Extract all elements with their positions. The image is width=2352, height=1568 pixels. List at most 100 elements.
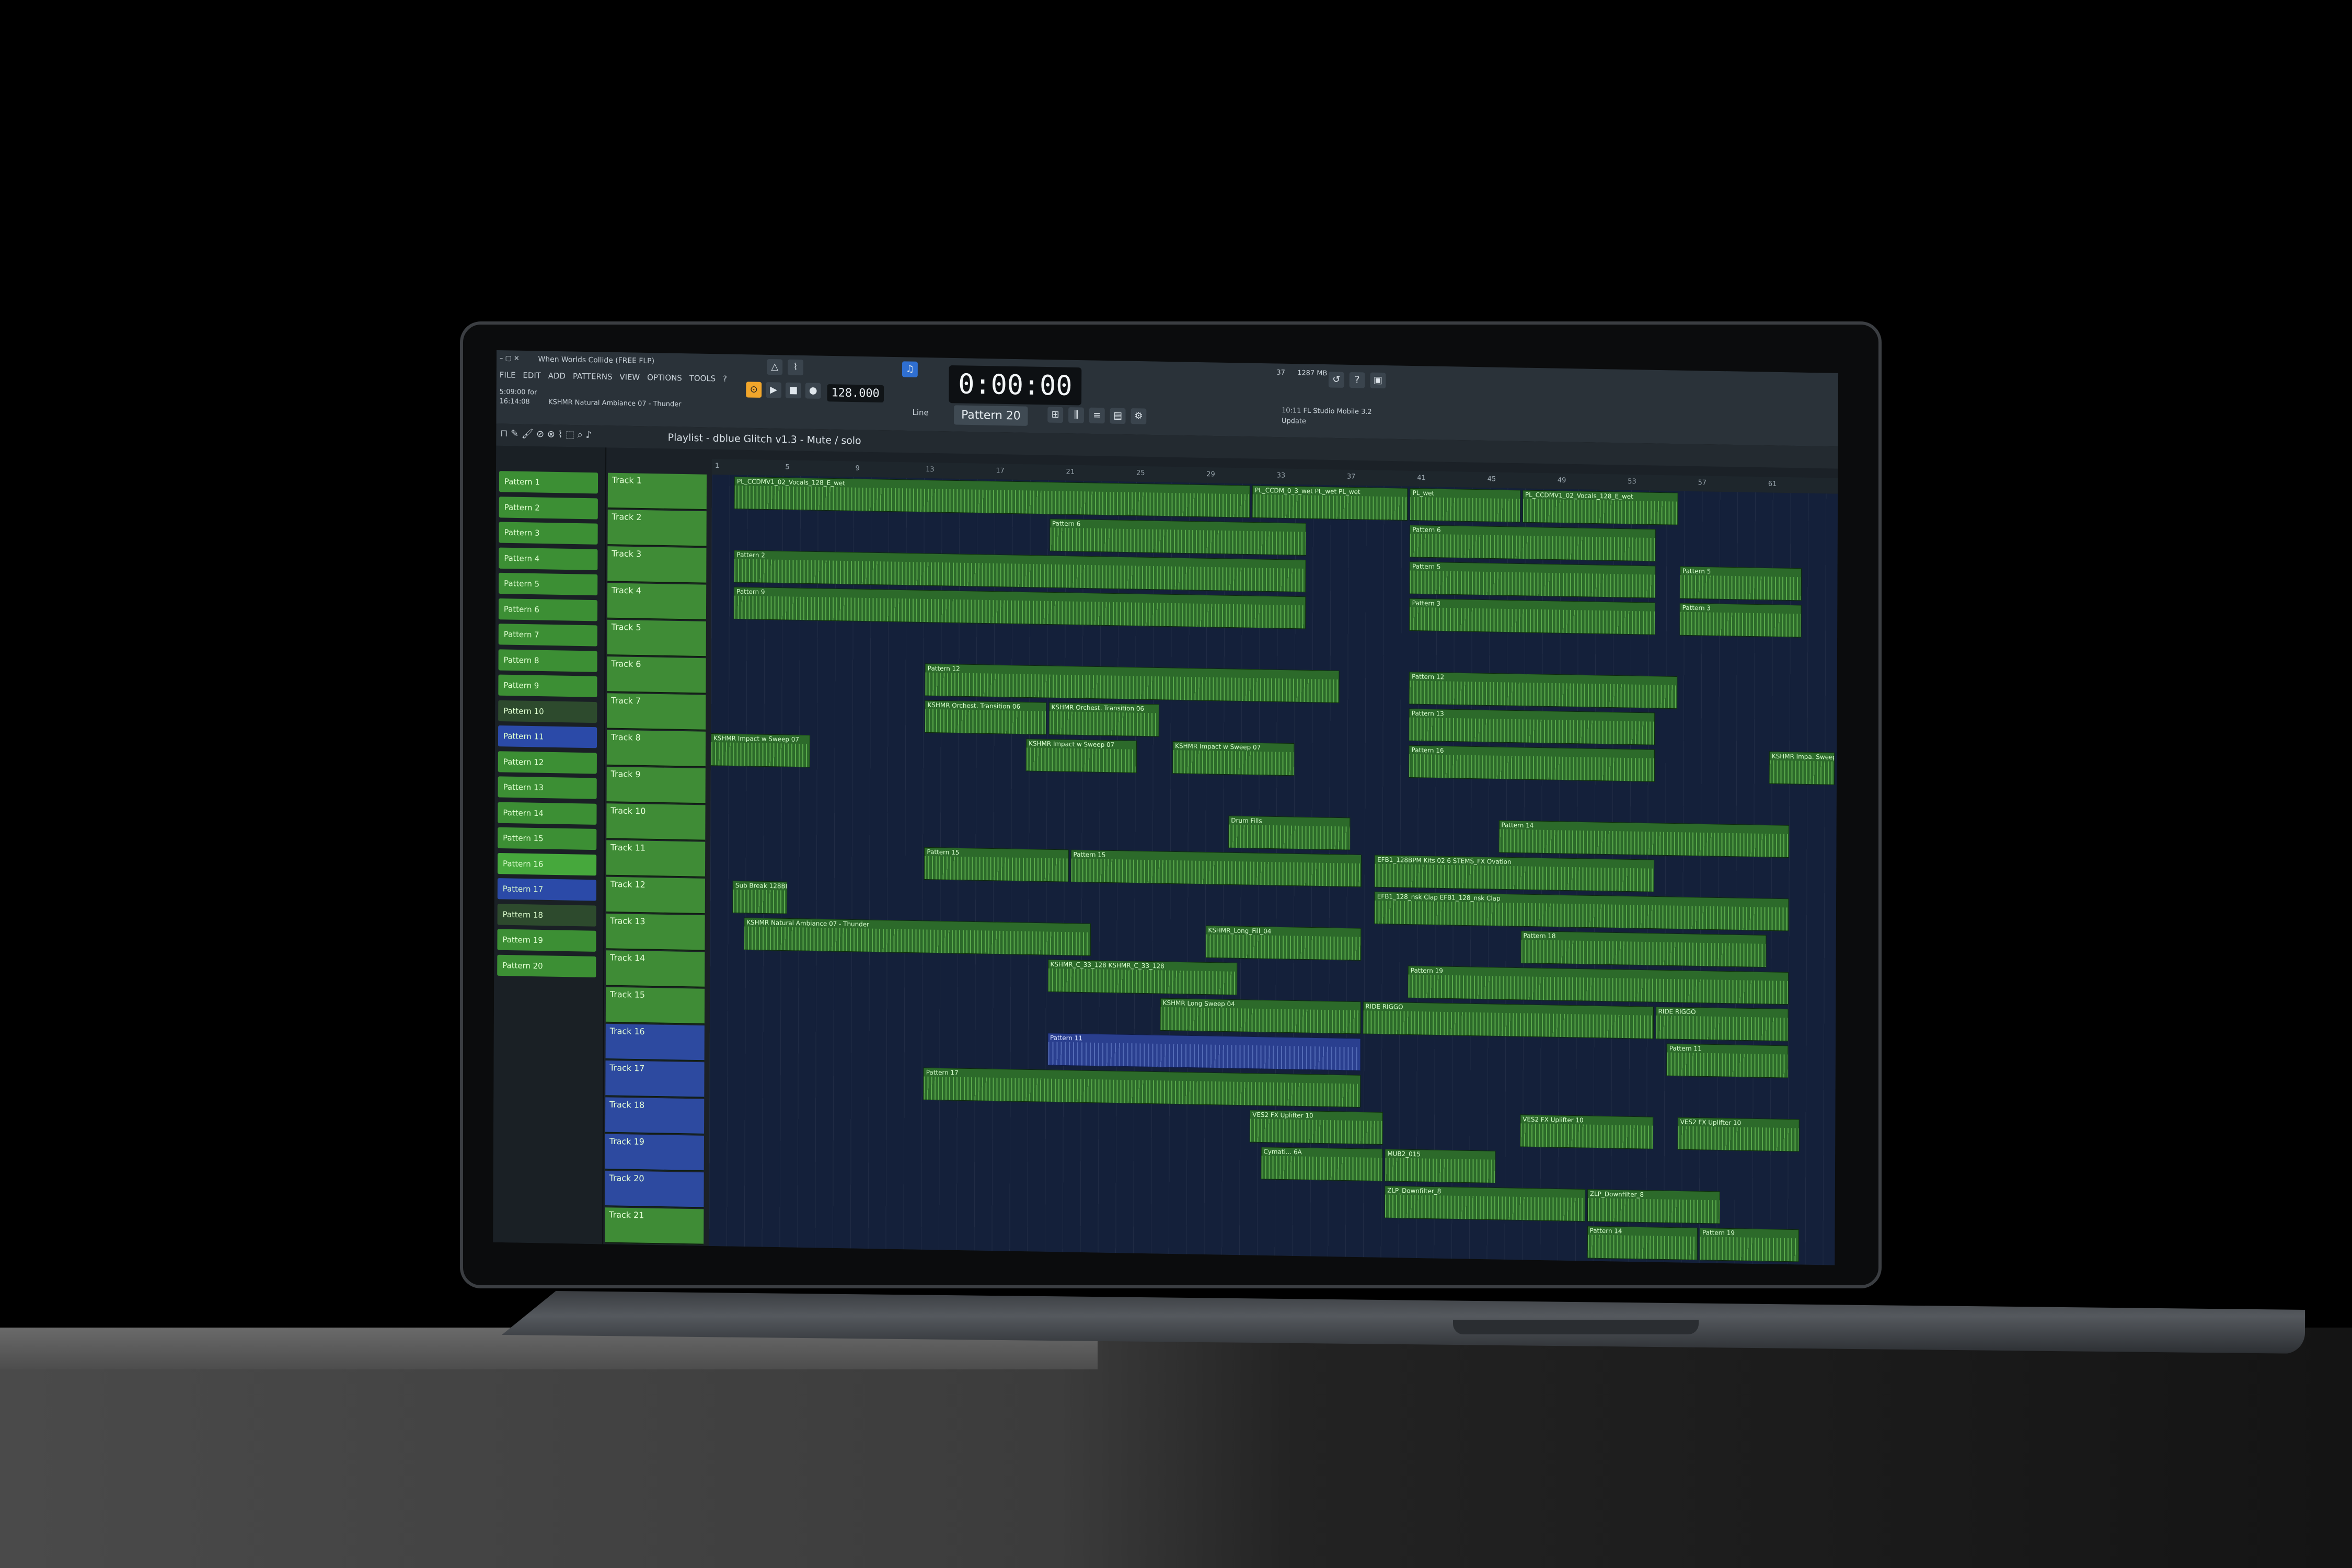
- playlist-clip[interactable]: VES2 FX Uplifter 10: [1519, 1114, 1653, 1149]
- menu-item-options[interactable]: OPTIONS: [647, 373, 682, 383]
- track-header[interactable]: Track 15: [605, 987, 705, 1024]
- playlist-clip[interactable]: KSHMR Impact w Sweep 07: [1172, 741, 1295, 776]
- pattern-item[interactable]: Pattern 4: [499, 547, 598, 570]
- mixer-icon[interactable]: ⫼: [1068, 407, 1084, 423]
- pattern-item[interactable]: Pattern 1: [499, 471, 598, 494]
- playlist-clip[interactable]: KSHMR Orchest. Transition 06: [925, 700, 1047, 735]
- playlist-clip[interactable]: Pattern 5: [1679, 566, 1802, 601]
- pattern-item[interactable]: Pattern 11: [498, 725, 597, 748]
- playlist-clip[interactable]: KSHMR Natural Ambiance 07 - Thunder: [743, 917, 1091, 956]
- playlist-clip[interactable]: PL_CCDMV1_02_Vocals_128_E_wet: [734, 476, 1251, 518]
- track-header[interactable]: Track 17: [605, 1060, 705, 1098]
- playlist-clip[interactable]: KSHMR Long Sweep 04: [1160, 998, 1361, 1034]
- menu-item-q[interactable]: ?: [723, 374, 727, 384]
- track-header[interactable]: Track 19: [605, 1134, 705, 1172]
- record-icon[interactable]: ●: [805, 383, 821, 399]
- news-panel[interactable]: 10:11 FL Studio Mobile 3.2: [1282, 407, 1372, 416]
- playlist-clip[interactable]: Pattern 5: [1409, 561, 1655, 598]
- track-header[interactable]: Track 5: [607, 619, 706, 658]
- track-header[interactable]: Track 9: [606, 766, 706, 804]
- pattern-item[interactable]: Pattern 19: [497, 929, 596, 952]
- playlist-clip[interactable]: VES2 FX Uplifter 10: [1249, 1110, 1383, 1145]
- track-header[interactable]: Track 20: [605, 1170, 704, 1208]
- pattern-item[interactable]: Pattern 2: [499, 496, 598, 520]
- slice-icon[interactable]: ⌇: [558, 429, 563, 440]
- pattern-selector[interactable]: Pattern 20: [954, 405, 1028, 426]
- playlist-clip[interactable]: Pattern 14: [1498, 820, 1790, 858]
- playlist-clip[interactable]: Pattern 3: [1409, 598, 1655, 635]
- playlist-clip[interactable]: Pattern 18: [1520, 930, 1767, 968]
- menu-item-add[interactable]: ADD: [548, 371, 566, 381]
- track-header[interactable]: Track 6: [607, 656, 706, 694]
- pattern-mode-button[interactable]: ⊙: [746, 382, 762, 398]
- tempo-display[interactable]: 128.000: [827, 384, 884, 403]
- play-icon[interactable]: ▶: [766, 382, 782, 398]
- playlist-clip[interactable]: KSHMR_Long_Fill_04: [1205, 925, 1362, 961]
- track-header[interactable]: Track 12: [606, 877, 705, 915]
- playlist-clip[interactable]: PL_wet: [1410, 488, 1521, 523]
- track-header[interactable]: Track 8: [606, 730, 706, 768]
- pattern-item[interactable]: Pattern 20: [497, 954, 596, 977]
- playlist-clip[interactable]: KSHMR Impa. Sweep 07: [1769, 751, 1835, 785]
- mute-icon[interactable]: ⊗: [547, 429, 555, 440]
- playlist-clip[interactable]: Pattern 11: [1666, 1043, 1789, 1078]
- plugin-icon[interactable]: ⚙: [1131, 408, 1147, 424]
- playlist-clip[interactable]: Pattern 6: [1049, 518, 1307, 556]
- playlist-clip[interactable]: EFB1_128BPM Kits 02 6 STEMS_FX Ovation: [1374, 855, 1654, 892]
- menu-item-tools[interactable]: TOOLS: [689, 373, 716, 383]
- pattern-item[interactable]: Pattern 10: [498, 700, 597, 723]
- playlist-clip[interactable]: Pattern 12: [1409, 672, 1678, 709]
- stop-icon[interactable]: ■: [785, 382, 801, 399]
- help-icon[interactable]: ?: [1349, 372, 1365, 388]
- pattern-item[interactable]: Pattern 5: [499, 572, 598, 596]
- pattern-item[interactable]: Pattern 6: [498, 598, 598, 621]
- track-header[interactable]: Track 1: [607, 472, 707, 511]
- pattern-item[interactable]: Pattern 3: [499, 522, 598, 545]
- pattern-item[interactable]: Pattern 18: [497, 903, 596, 927]
- delete-icon[interactable]: ⊘: [536, 429, 544, 440]
- playlist-clip[interactable]: EFB1_128_nsk Clap EFB1_128_nsk Clap: [1374, 891, 1789, 931]
- playlist-clip[interactable]: KSHMR Impact w Sweep 07: [710, 733, 810, 768]
- playlist-clip[interactable]: PL_CCDM_0_3_wet PL_wet PL_wet: [1252, 485, 1408, 521]
- playlist-clip[interactable]: RIDE RIGGO: [1655, 1006, 1789, 1042]
- playlist-clip[interactable]: ZLP_Downfilter_8: [1384, 1185, 1585, 1222]
- track-header[interactable]: Track 11: [606, 840, 706, 878]
- save-icon[interactable]: ▣: [1370, 372, 1386, 389]
- speaker-icon[interactable]: ♪: [585, 430, 592, 441]
- playlist-grid[interactable]: PL_CCDMV1_02_Vocals_128_E_wet PL_CCDM_0_3…: [709, 474, 1838, 1265]
- playlist-clip[interactable]: KSHMR Orchest. Transition 06: [1048, 702, 1160, 737]
- pencil-icon[interactable]: ✎: [511, 428, 518, 439]
- playlist-clip[interactable]: KSHMR Impact w Sweep 07: [1025, 739, 1137, 774]
- pattern-item[interactable]: Pattern 12: [498, 751, 597, 774]
- channel-rack-icon[interactable]: ≡: [1089, 407, 1105, 424]
- playlist-clip[interactable]: Pattern 17: [923, 1067, 1361, 1108]
- track-header[interactable]: Track 21: [605, 1207, 704, 1245]
- track-header[interactable]: Track 2: [607, 509, 707, 547]
- playlist-clip[interactable]: Pattern 14: [1587, 1226, 1698, 1261]
- playlist-clip[interactable]: Pattern 15: [1070, 849, 1362, 887]
- playlist-clip[interactable]: Drum Fills: [1228, 815, 1351, 850]
- pattern-item[interactable]: Pattern 17: [497, 878, 596, 901]
- playlist-clip[interactable]: ZLP_Downfilter_8: [1587, 1189, 1721, 1224]
- track-header[interactable]: Track 14: [606, 950, 705, 988]
- playlist-clip[interactable]: Pattern 15: [924, 847, 1069, 882]
- pattern-item[interactable]: Pattern 13: [498, 776, 597, 799]
- minimize-icon[interactable]: –: [500, 354, 503, 362]
- news-update[interactable]: Update: [1282, 417, 1306, 425]
- metronome-icon[interactable]: △: [767, 359, 783, 375]
- playlist-clip[interactable]: Pattern 13: [1409, 708, 1655, 745]
- track-header[interactable]: Track 4: [607, 583, 707, 620]
- playlist-clip[interactable]: Pattern 19: [1699, 1227, 1799, 1262]
- pattern-item[interactable]: Pattern 9: [498, 674, 597, 697]
- song-mode-icon[interactable]: ♫: [902, 361, 918, 377]
- wait-icon[interactable]: ⌇: [788, 359, 804, 376]
- playlist-clip[interactable]: PL_CCDMV1_02_Vocals_128_E_wet: [1522, 490, 1678, 525]
- snap-selector[interactable]: Line: [913, 408, 929, 418]
- undo-icon[interactable]: ↺: [1328, 372, 1344, 388]
- brush-icon[interactable]: 🖌: [522, 428, 534, 439]
- playlist-clip[interactable]: Sub Break 128BPM: [732, 880, 787, 914]
- menu-item-view[interactable]: VIEW: [619, 372, 640, 382]
- playlist-clip[interactable]: RIDE RIGGO: [1363, 1001, 1654, 1040]
- playlist-clip[interactable]: Pattern 11: [1047, 1033, 1361, 1071]
- track-header[interactable]: Track 13: [606, 913, 705, 951]
